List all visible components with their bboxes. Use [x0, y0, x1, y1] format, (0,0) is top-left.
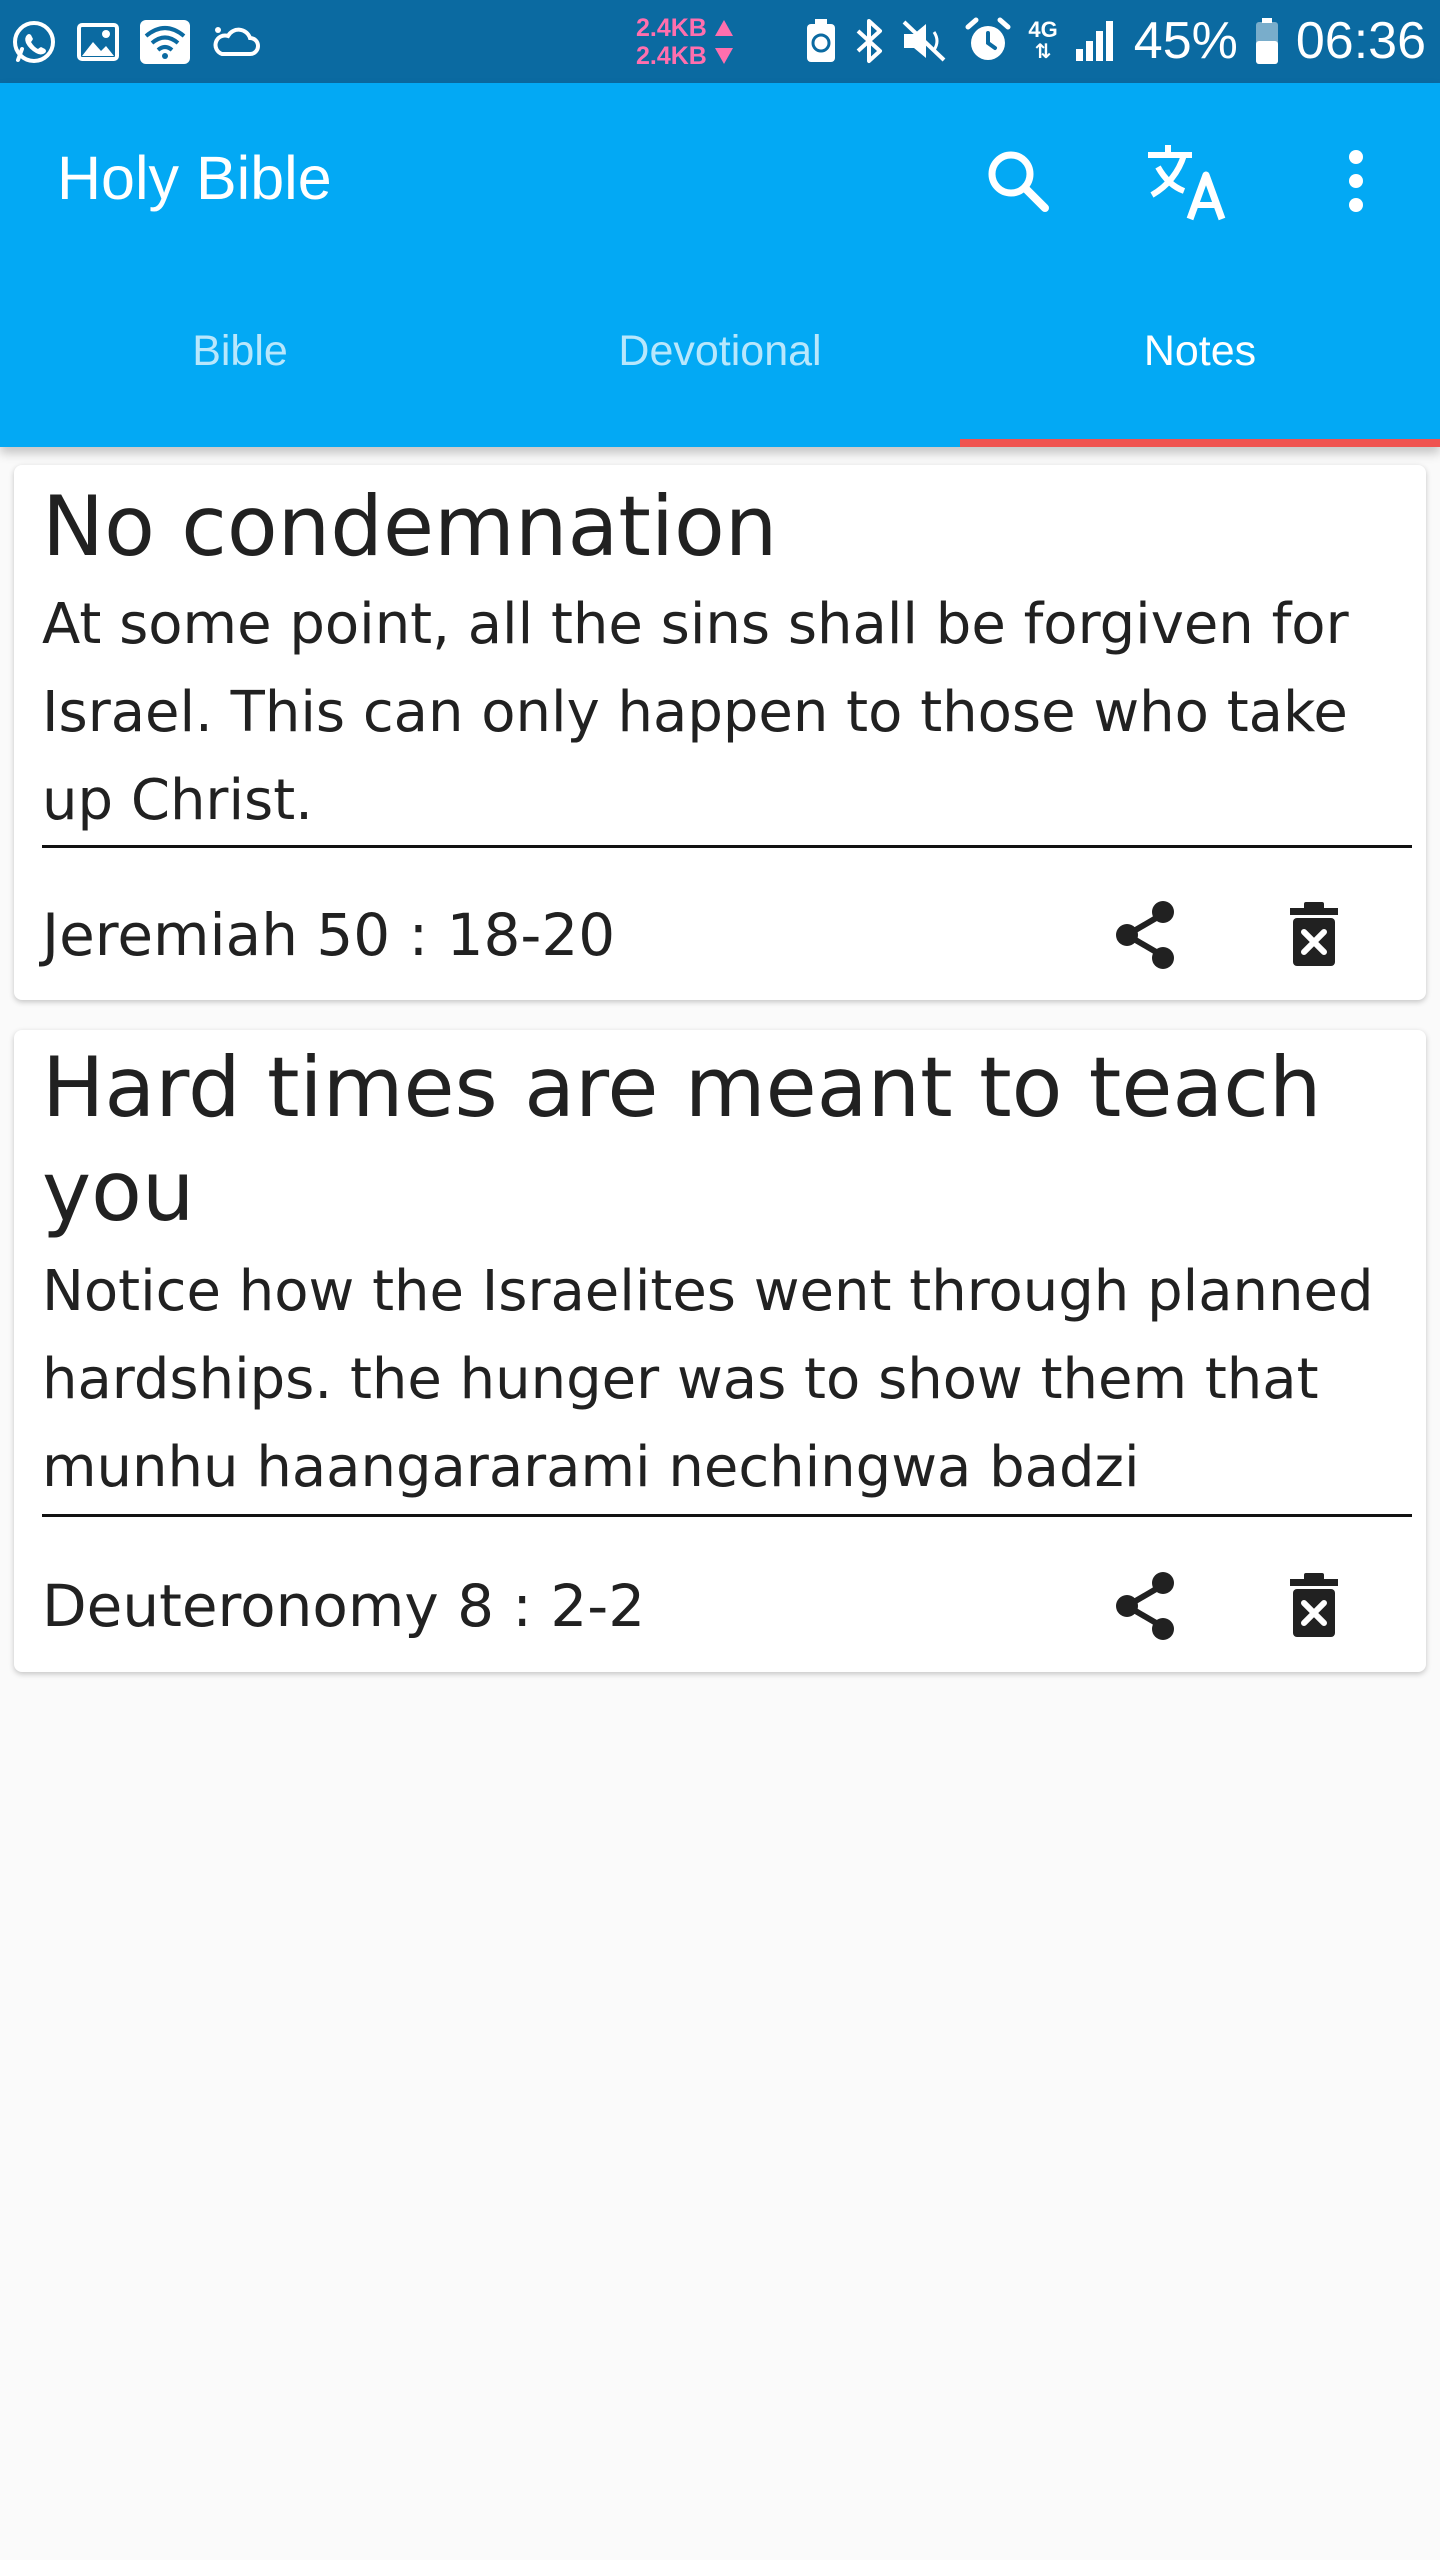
battery-percent: 45%	[1133, 12, 1238, 70]
delete-button[interactable]	[1264, 1558, 1364, 1658]
note-card[interactable]: Hard times are meant to teach you Notice…	[14, 1030, 1426, 1672]
tab-notes[interactable]: Notes	[960, 263, 1440, 447]
more-options-button[interactable]	[1306, 133, 1406, 233]
battery-icon	[1254, 17, 1280, 65]
tab-bible[interactable]: Bible	[0, 263, 480, 447]
more-vert-icon	[1346, 149, 1366, 218]
status-right-icons: 4G ⇅ 45% 06:36	[804, 8, 1426, 74]
status-left-icons	[10, 10, 262, 74]
search-icon	[983, 146, 1053, 221]
note-title: Hard times are meant to teach you	[42, 1039, 1322, 1240]
note-divider	[42, 845, 1412, 848]
tab-devotional[interactable]: Devotional	[480, 263, 960, 447]
share-button[interactable]	[1096, 887, 1196, 987]
whatsapp-icon	[10, 18, 58, 66]
network-type: 4G ⇅	[1028, 17, 1058, 64]
alarm-icon	[964, 17, 1012, 65]
share-button[interactable]	[1096, 1558, 1196, 1658]
cloud-icon	[210, 20, 262, 64]
note-card[interactable]: No condemnation At some point, all the s…	[14, 465, 1426, 1000]
share-icon	[1113, 900, 1179, 975]
search-button[interactable]	[968, 133, 1068, 233]
note-reference: Jeremiah 50 : 18-20	[42, 901, 616, 969]
tab-bar: Bible Devotional Notes	[0, 263, 1440, 447]
mute-icon	[900, 18, 948, 64]
bluetooth-icon	[854, 17, 884, 65]
app-title: Holy Bible	[57, 144, 332, 212]
share-icon	[1113, 1571, 1179, 1646]
note-body: Notice how the Israelites went through p…	[42, 1259, 1374, 1500]
delete-button[interactable]	[1264, 887, 1364, 987]
network-speed: 2.4KB 2.4KB	[636, 14, 756, 70]
delete-icon	[1288, 1572, 1340, 1644]
download-speed: 2.4KB	[636, 42, 707, 70]
signal-icon	[1074, 19, 1118, 63]
note-reference: Deuteronomy 8 : 2-2	[42, 1572, 646, 1640]
wifi-icon	[138, 18, 192, 66]
clock: 06:36	[1295, 12, 1426, 70]
battery-saver-icon	[804, 18, 838, 64]
note-divider	[42, 1514, 1412, 1517]
upload-speed: 2.4KB	[636, 14, 707, 42]
note-title: No condemnation	[42, 478, 778, 575]
gallery-icon	[76, 20, 120, 64]
translate-button[interactable]	[1138, 133, 1238, 233]
app-bar: Holy Bible Bible Devotional Notes	[0, 83, 1440, 447]
translate-icon	[1146, 141, 1230, 226]
status-bar: 2.4KB 2.4KB 4G ⇅ 45% 06:36	[0, 0, 1440, 83]
delete-icon	[1288, 901, 1340, 973]
note-body: At some point, all the sins shall be for…	[42, 592, 1349, 833]
